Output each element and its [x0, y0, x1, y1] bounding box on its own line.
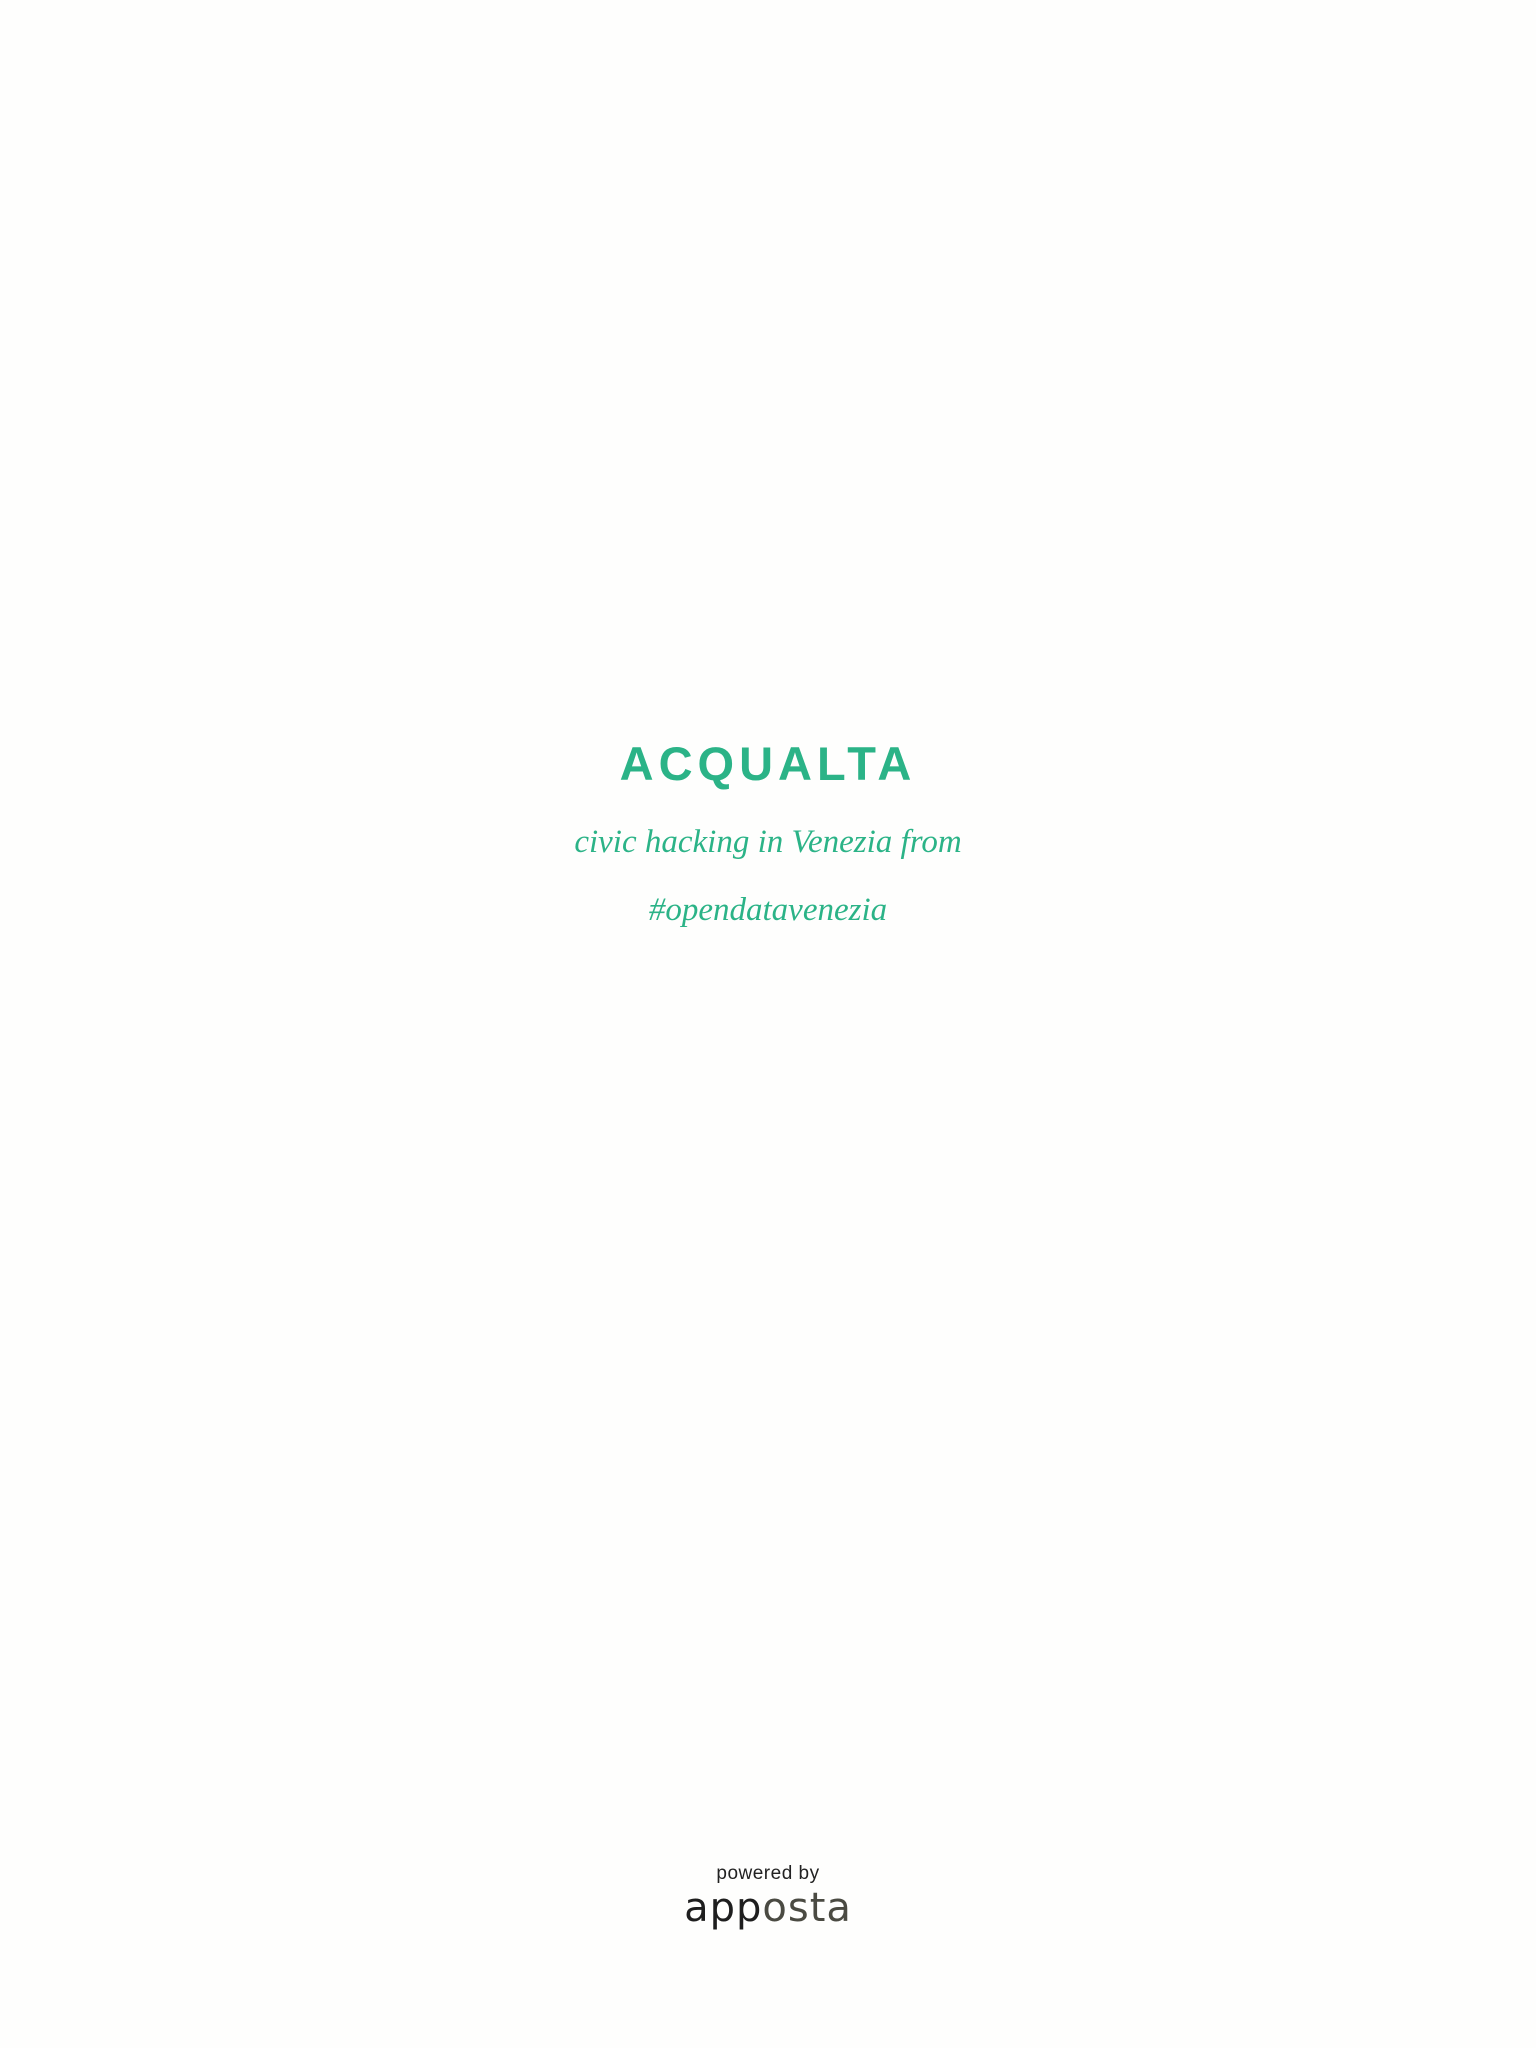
splash-screen: ACQUALTA civic hacking in Venezia from #… — [0, 0, 1536, 2048]
splash-content: ACQUALTA civic hacking in Venezia from #… — [0, 720, 1536, 944]
apposta-logo: apposta — [0, 1886, 1536, 1930]
powered-by-footer: powered by apposta — [0, 1862, 1536, 1930]
tagline-line-1: civic hacking in Venezia from — [574, 824, 962, 860]
brand-logo-part-1: app — [684, 1885, 763, 1931]
tagline-line-2: #opendatavenezia — [648, 892, 888, 928]
powered-by-label: powered by — [716, 1863, 820, 1884]
brand-logo-part-2: osta — [762, 1885, 852, 1931]
app-title: ACQUALTA — [619, 737, 917, 790]
